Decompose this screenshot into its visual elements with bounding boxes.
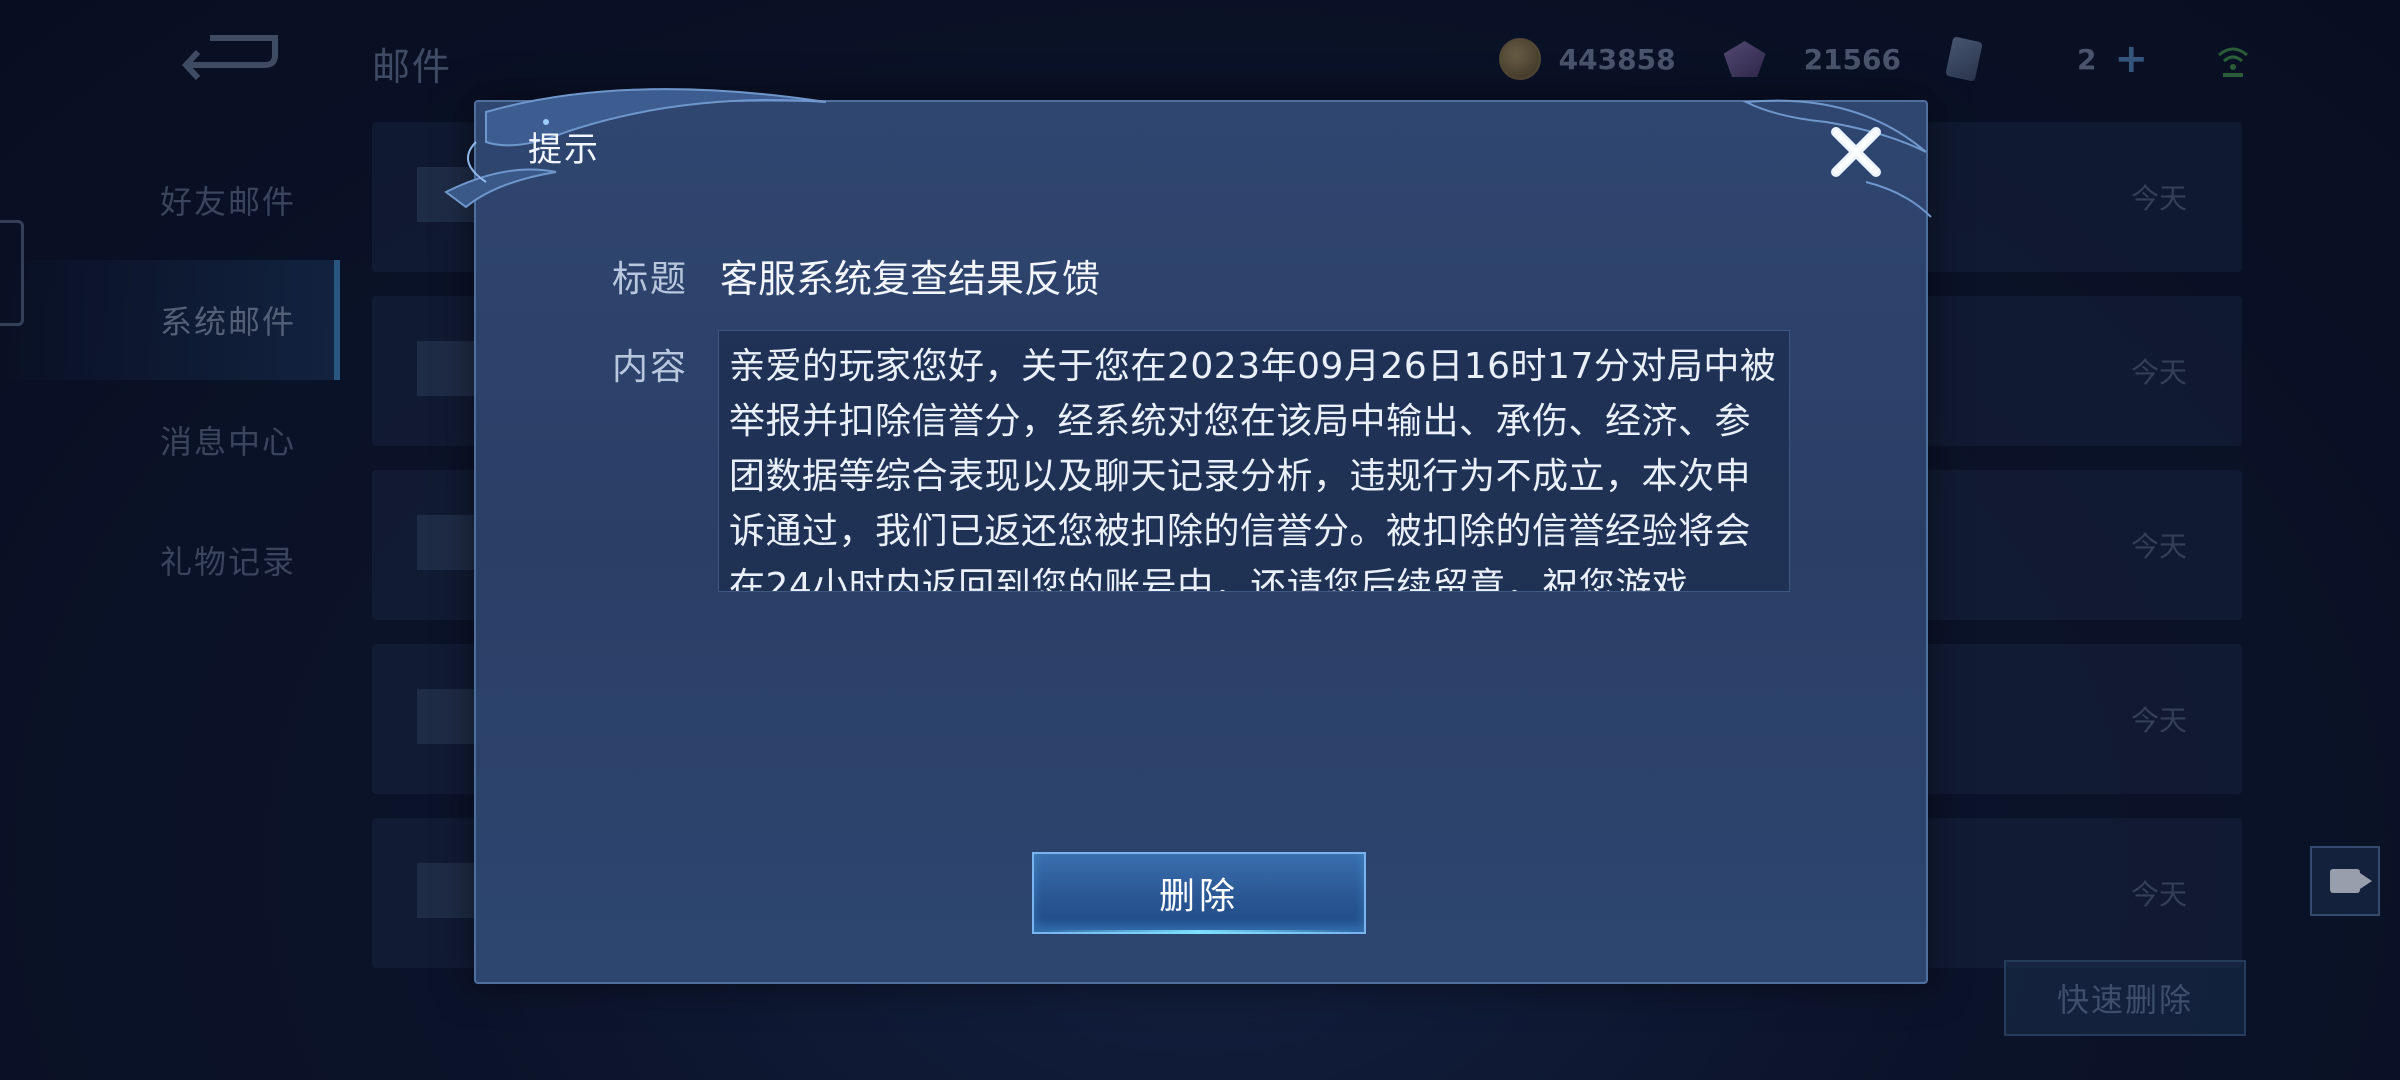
subject-label: 标题 (612, 259, 689, 300)
content-text: 亲爱的玩家您好，关于您在2023年09月26日16时17分对局中被举报并扣除信誉… (729, 346, 1777, 592)
dialog-title: 提示 (528, 130, 600, 170)
subject-value: 客服系统复查结果反馈 (720, 257, 1101, 301)
content-scroll-area[interactable]: 亲爱的玩家您好，关于您在2023年09月26日16时17分对局中被举报并扣除信誉… (718, 330, 1790, 592)
dialog-corner-decoration (444, 88, 827, 209)
close-button[interactable] (1816, 112, 1896, 192)
delete-button[interactable]: 删除 (1032, 852, 1366, 934)
content-label: 内容 (612, 347, 689, 388)
notice-dialog: 提示 标题 客服系统复查结果反馈 内容 亲爱的玩家您好，关于您在2023年09月… (444, 88, 1932, 984)
close-icon (1831, 127, 1881, 177)
